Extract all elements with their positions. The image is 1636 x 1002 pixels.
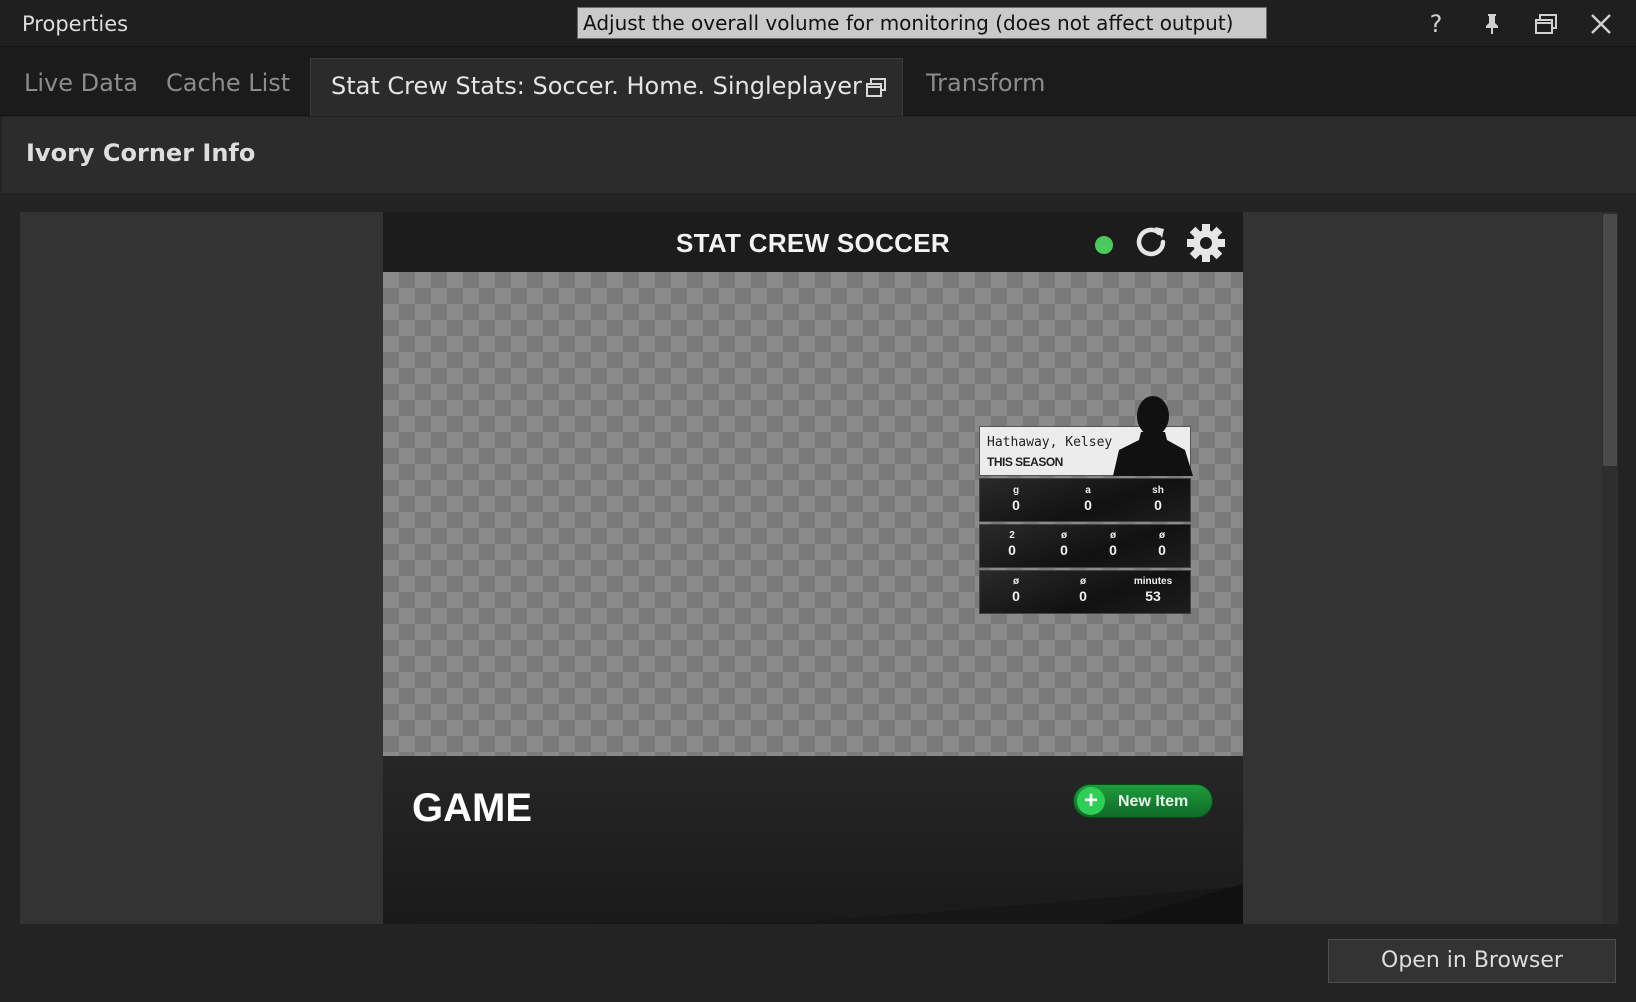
stat-value: 0 [1012,588,1020,604]
card-subtitle: THIS SEASON [987,455,1063,469]
stat-cell: minutes 53 [1128,576,1178,605]
pin-button[interactable] [1476,8,1508,40]
tab-cache-list[interactable]: Cache List [166,69,290,97]
stat-row-1: g0 a0 sh 0 [979,478,1191,522]
pin-icon [1486,14,1498,34]
background-slope [383,884,1243,924]
stat-value: 0 [1079,588,1087,604]
stat-label: ø [1012,576,1020,587]
app-header: STAT CREW SOCCER [383,212,1243,272]
stat-cell: ø0 [1044,530,1084,559]
stat-value: 0 [1158,542,1166,558]
stat-value: 0 [1109,542,1117,558]
section-header: Ivory Corner Info [2,117,1636,193]
restore-button[interactable] [1530,8,1562,40]
new-item-button[interactable]: + New Item [1073,784,1213,818]
refresh-icon[interactable] [1131,222,1171,262]
section-title: Ivory Corner Info [26,139,256,167]
scrollbar-thumb[interactable] [1603,214,1617,466]
properties-window: Properties Adjust the overall volume for… [0,0,1636,1002]
stat-cell: ø0 [1063,576,1103,605]
player-name: Hathaway, Kelsey [987,435,1113,450]
stat-value: 53 [1145,588,1161,604]
app-title: STAT CREW SOCCER [676,228,950,258]
stat-cell: ø0 [1142,530,1182,559]
stat-label: a [1085,485,1091,496]
stat-label: ø [1158,530,1166,541]
stat-cell: ø0 [996,576,1036,605]
new-item-label: New Item [1118,793,1189,810]
stat-cell: 20 [992,530,1032,559]
tab-live-data[interactable]: Live Data [24,69,138,97]
stat-label: sh [1152,485,1164,496]
close-button[interactable] [1585,8,1617,40]
stat-crew-app: STAT CREW SOCCER Hathaway, Kelsey THIS S… [383,212,1243,924]
volume-tooltip: Adjust the overall volume for monitoring… [577,7,1267,39]
stat-label: g [1012,485,1020,496]
gear-icon[interactable] [1185,222,1227,264]
stat-cell: a0 [1068,485,1108,514]
stat-cell: sh 0 [1138,485,1178,514]
tab-stat-crew-stats[interactable]: Stat Crew Stats: Soccer. Home. Singlepla… [310,58,903,116]
stat-value: 0 [1154,497,1162,513]
player-silhouette-icon [1113,396,1193,476]
tab-transform[interactable]: Transform [926,69,1045,97]
stat-row-3: ø0 ø0 minutes 53 [979,570,1191,614]
stat-row-2: 20 ø0 ø0 ø0 [979,524,1191,568]
undock-tab-icon[interactable] [865,78,887,98]
close-icon [1591,14,1611,34]
stat-label: ø [1079,576,1087,587]
stat-label: ø [1060,530,1068,541]
status-dot-icon [1095,236,1113,254]
graphic-preview: Hathaway, Kelsey THIS SEASON g0 a0 sh 0 2… [383,272,1243,756]
title-bar: Properties Adjust the overall volume for… [0,0,1636,47]
stat-label: 2 [1009,530,1015,541]
stat-value: 0 [1084,497,1092,513]
tab-bar: Live Data Cache List Stat Crew Stats: So… [0,47,1636,116]
open-in-browser-button[interactable]: Open in Browser [1328,939,1616,983]
stat-cell: ø0 [1093,530,1133,559]
player-stat-card: Hathaway, Kelsey THIS SEASON g0 a0 sh 0 2… [979,394,1193,614]
stat-value: 0 [1060,542,1068,558]
help-icon: ? [1429,10,1443,38]
stat-cell: g0 [996,485,1036,514]
help-button[interactable]: ? [1420,8,1452,40]
stat-label: minutes [1133,576,1173,587]
window-title: Properties [22,12,129,36]
plus-icon: + [1077,787,1105,815]
game-title: GAME [412,786,532,830]
stat-value: 0 [1008,542,1016,558]
game-section: GAME + New Item [383,756,1243,924]
stat-label: ø [1109,530,1117,541]
restore-icon [1535,14,1557,34]
stat-value: 0 [1012,497,1020,513]
